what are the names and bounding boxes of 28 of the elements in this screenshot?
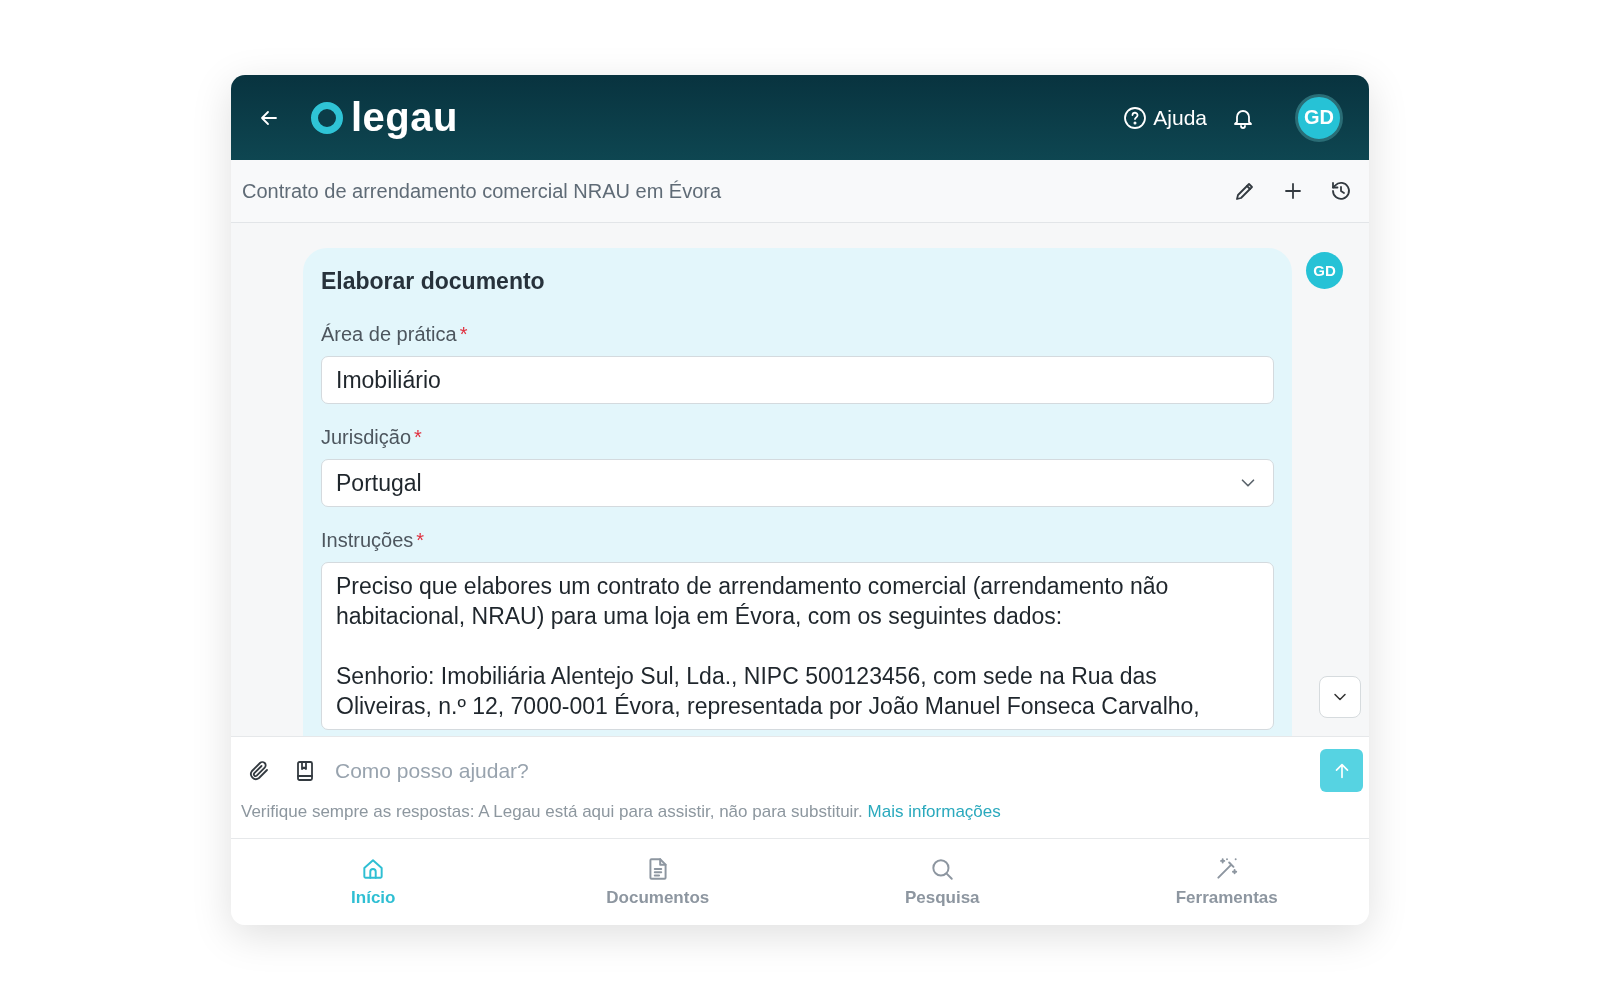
instructions-field[interactable]: Preciso que elabores um contrato de arrendamento comercial (arrendamento não habitacional, NRAU) para uma loja em Évora, com os seguintes dados: Senhorio: Imobiliária Alentejo Sul, Lda., NIPC 500123456, com sede na Rua das Oliveiras, n.º 12, 7000-001 Évora, representada por João Manuel Fonseca Carvalho, [321,562,1274,730]
nav-tab[interactable]: Documentos [515,839,800,925]
select-field[interactable]: Portugal [321,459,1274,507]
paperclip-icon [247,758,271,783]
nav-tab[interactable]: Início [231,839,516,925]
help-button[interactable]: Ajuda [1119,101,1211,134]
message-composer[interactable]: Como posso ajudar? Verifique sempre as respostas: A Legau está aqui para assistir, não para substituir. Mais informações [231,736,1369,838]
text-field[interactable]: Imobiliário [321,356,1274,404]
disclaimer-text: Verifique sempre as respostas: A Legau está aqui para assistir, não para substituir. Mais informações [241,802,1002,822]
required-marker: * [416,529,425,552]
field-label: Jurisdição [321,426,412,449]
logo-mark-icon [311,101,343,134]
required-marker: * [414,426,422,449]
search-icon [929,856,956,882]
help-icon [1123,105,1148,130]
user-avatar[interactable]: GD [1295,93,1343,142]
card-title: Elaborar documento [321,268,546,295]
message-input[interactable]: Como posso ajudar? [333,749,1310,792]
required-marker: * [459,323,468,346]
user-avatar: GD [1306,252,1343,289]
logo: legau [351,95,458,140]
history-icon [1329,179,1353,203]
field-label: Área de prática [321,323,457,346]
nav-tab[interactable]: Ferramentas [1084,839,1369,925]
conversation-title: Contrato de arrendamento comercial NRAU em Évora [242,179,722,203]
more-info-link[interactable]: Mais informações [867,802,1001,821]
field-label: Instruções [321,529,414,552]
nav-tab[interactable]: Pesquisa [800,839,1085,925]
